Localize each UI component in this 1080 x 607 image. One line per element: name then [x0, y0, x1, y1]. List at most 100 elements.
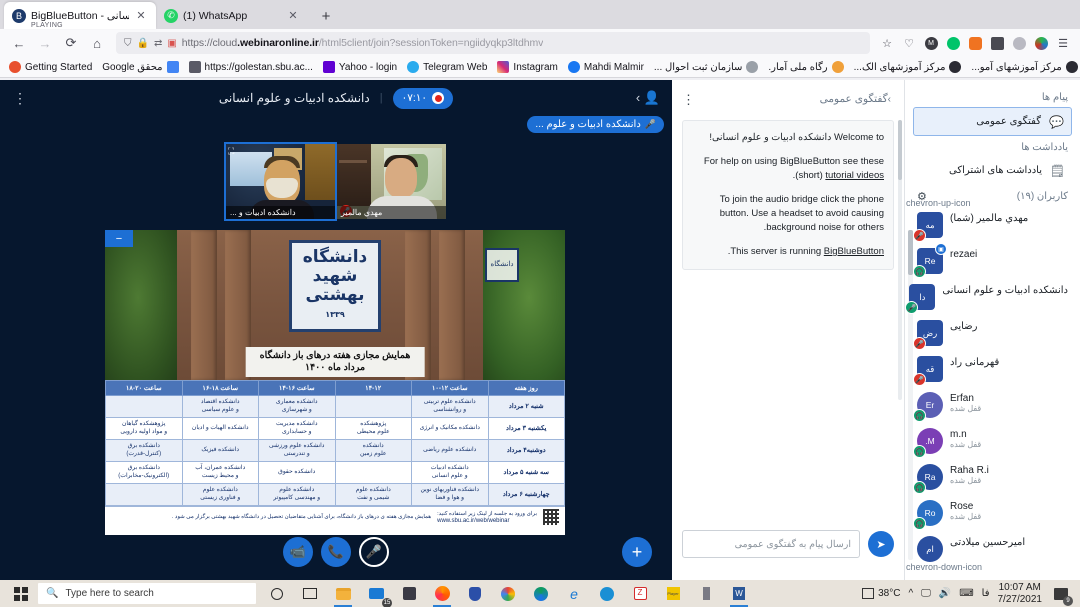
word-icon[interactable]: W — [724, 580, 754, 607]
reader-mode-icon[interactable]: ⇄ — [154, 38, 162, 49]
chevron-up-icon[interactable]: chevron-up-icon — [906, 198, 971, 208]
chat-scrollbar[interactable] — [898, 120, 902, 400]
bookmark-item[interactable]: Mahdi Malmir — [564, 60, 648, 74]
language-indicator[interactable]: فا — [982, 588, 990, 599]
chrome-icon[interactable] — [493, 580, 523, 607]
browser-tab-bigbluebutton[interactable]: B BigBlueButton - و علوم انسانی PLAYING … — [4, 2, 156, 29]
bigbluebutton-link[interactable]: BigBlueButton — [824, 246, 884, 257]
user-list-item[interactable]: rezaei Re 🎧 ▣ — [913, 243, 1072, 279]
clock[interactable]: 10:07 AM 7/27/2021 — [998, 582, 1043, 606]
bookmark-item[interactable]: https://golestan.sbu.ac... — [185, 60, 317, 74]
kebab-menu-icon[interactable]: ⋮ — [682, 93, 695, 106]
table-cell: دانشکده برق (الکترونیک-مخابرات) — [105, 461, 183, 484]
network-icon[interactable]: 🖵 — [921, 588, 931, 599]
users-scrollbar[interactable] — [908, 230, 913, 560]
user-list-item[interactable]: Erfan قفل شده Er 🎧 — [913, 387, 1072, 423]
chevron-up-icon[interactable]: ^ — [908, 588, 913, 599]
recording-indicator[interactable]: ۰۷:۱۰ — [392, 87, 454, 109]
shield-icon[interactable]: ⛉ — [124, 38, 132, 49]
mail-icon[interactable]: 15 — [361, 580, 392, 607]
firefox-icon[interactable] — [427, 580, 457, 607]
action-center-icon[interactable]: 9 — [1050, 583, 1073, 606]
lock-icon[interactable]: 🔒 — [137, 38, 149, 49]
bookmark-item[interactable]: Yahoo - login — [319, 60, 401, 74]
pocket-icon[interactable]: ♡ — [898, 32, 920, 54]
fullscreen-icon[interactable]: ⛶ — [228, 146, 234, 157]
user-list-item[interactable]: Rose قفل شده Ro 🎧 — [913, 495, 1072, 531]
search-placeholder: Type here to search — [65, 588, 154, 599]
cortana-icon[interactable] — [262, 580, 292, 607]
tab-close-icon[interactable]: ✕ — [286, 9, 300, 23]
welcome-line-2: For help on using BigBlueButton see thes… — [703, 156, 884, 181]
file-explorer-icon[interactable] — [328, 580, 358, 607]
send-icon[interactable]: ➤ — [868, 531, 894, 557]
chevron-down-icon[interactable]: chevron-down-icon — [906, 562, 982, 572]
bookmarks-bar: Getting Started محقق Google https://gole… — [0, 57, 1080, 78]
url-bar[interactable]: ⛉ 🔒 ⇄ ▣ https://cloud.webinaronline.ir/h… — [116, 32, 870, 54]
tab-close-icon[interactable]: ✕ — [134, 9, 148, 23]
webcam-tile[interactable]: 🎤 مهدي مالمير — [337, 144, 446, 219]
home-icon[interactable]: ⌂ — [84, 31, 110, 55]
player-icon[interactable]: Player — [658, 580, 688, 607]
table-cell: دانشکده علوم و مهندسی کامپیوتر — [258, 483, 336, 506]
bookmark-item[interactable]: Instagram — [493, 60, 561, 74]
weather-widget[interactable]: 38°C — [862, 588, 900, 599]
globe-icon[interactable] — [1008, 32, 1030, 54]
browser-tab-whatsapp[interactable]: ✆ (1) WhatsApp ✕ — [156, 2, 308, 29]
user-list-item[interactable]: m.n قفل شده M. 🎧 — [913, 423, 1072, 459]
forward-icon[interactable]: → — [32, 31, 58, 55]
minimize-presentation-button[interactable]: − — [105, 230, 133, 247]
talking-indicator[interactable]: 🎤 دانشکده ادبیات و علوم ... — [527, 116, 664, 133]
table-cell: پژوهشکده علوم محیطی — [334, 417, 412, 440]
actions-button[interactable]: + — [622, 537, 652, 567]
extension-cat-icon[interactable] — [986, 32, 1008, 54]
extension-m-icon[interactable]: M — [920, 32, 942, 54]
bookmark-item[interactable]: مرکز آموزشهای الک... — [850, 60, 966, 74]
sidebar-item-public-chat[interactable]: 💬 گفتگوی عمومی — [913, 107, 1072, 136]
chevron-left-icon[interactable]: › — [888, 94, 891, 105]
user-list-item[interactable]: رضایی رض 🎤 — [913, 315, 1072, 351]
reload-icon[interactable]: ⟳ — [58, 31, 84, 55]
hamburger-menu-icon[interactable]: ☰ — [1052, 32, 1074, 54]
edge-icon[interactable] — [526, 580, 556, 607]
bookmark-item[interactable]: Telegram Web — [403, 60, 491, 74]
tutorial-videos-link[interactable]: tutorial videos — [825, 170, 884, 181]
user-panel-icon[interactable]: ‹ 👤 — [636, 90, 660, 106]
webcam-tile[interactable]: ⛶ دانشکده ادبیات و ... — [224, 142, 337, 221]
winrar-icon[interactable]: Z — [625, 580, 655, 607]
volume-icon[interactable]: 🔊 — [939, 588, 951, 599]
back-icon[interactable]: ← — [6, 31, 32, 55]
user-list-item[interactable]: دانشکده ادبیات و علوم انسانی دا 🎤 — [905, 279, 1072, 315]
bookmark-item[interactable]: رگاه ملی آمار. — [764, 60, 847, 74]
extension-green-icon[interactable] — [942, 32, 964, 54]
bookmark-item[interactable]: سازمان ثبت احوال ... — [650, 60, 762, 74]
sidebar-item-shared-notes[interactable]: 🗒 یادداشت های اشتراکی — [913, 157, 1072, 184]
table-column-header: ساعت ۱۶-۱۴ — [258, 380, 336, 396]
camera-permission-icon[interactable]: ▣ — [167, 38, 176, 49]
mute-button[interactable]: 🎤 — [359, 537, 389, 567]
windows-start-icon[interactable] — [4, 580, 38, 607]
user-list-item[interactable]: قهرمانی راد قه 🎤 — [913, 351, 1072, 387]
user-list-item[interactable]: Raha R.i قفل شده Ra 🎧 — [913, 459, 1072, 495]
task-view-icon[interactable] — [295, 580, 325, 607]
taskbar-search-input[interactable]: 🔍 Type here to search — [38, 583, 256, 604]
extension-colorful-icon[interactable] — [1030, 32, 1052, 54]
keyboard-icon[interactable]: ⌨ — [959, 588, 973, 599]
chat-message-input[interactable]: ارسال پیام به گفتگوی عمومی — [682, 530, 860, 558]
bookmark-star-icon[interactable]: ☆ — [876, 32, 898, 54]
tab-playing-indicator: PLAYING — [31, 22, 63, 29]
teamviewer-icon[interactable] — [592, 580, 622, 607]
user-list-item[interactable]: مهدي مالمير (شما) مه 🎤 — [913, 207, 1072, 243]
idm-icon[interactable] — [964, 32, 986, 54]
bookmark-item[interactable]: Getting Started — [5, 60, 96, 74]
internet-explorer-icon[interactable]: e — [559, 580, 589, 607]
new-tab-button[interactable]: + — [314, 5, 338, 29]
usb-icon[interactable] — [691, 580, 721, 607]
kebab-menu-icon[interactable]: ⋮ — [12, 91, 28, 105]
share-webcam-button[interactable]: 📹 — [283, 537, 313, 567]
leave-audio-button[interactable]: 📞 — [321, 537, 351, 567]
microsoft-store-icon[interactable] — [394, 580, 424, 607]
security-icon[interactable] — [460, 580, 490, 607]
bookmark-item[interactable]: محقق Google — [98, 60, 182, 74]
bookmark-item[interactable]: مرکز آموزشهای آمو... — [967, 60, 1080, 74]
